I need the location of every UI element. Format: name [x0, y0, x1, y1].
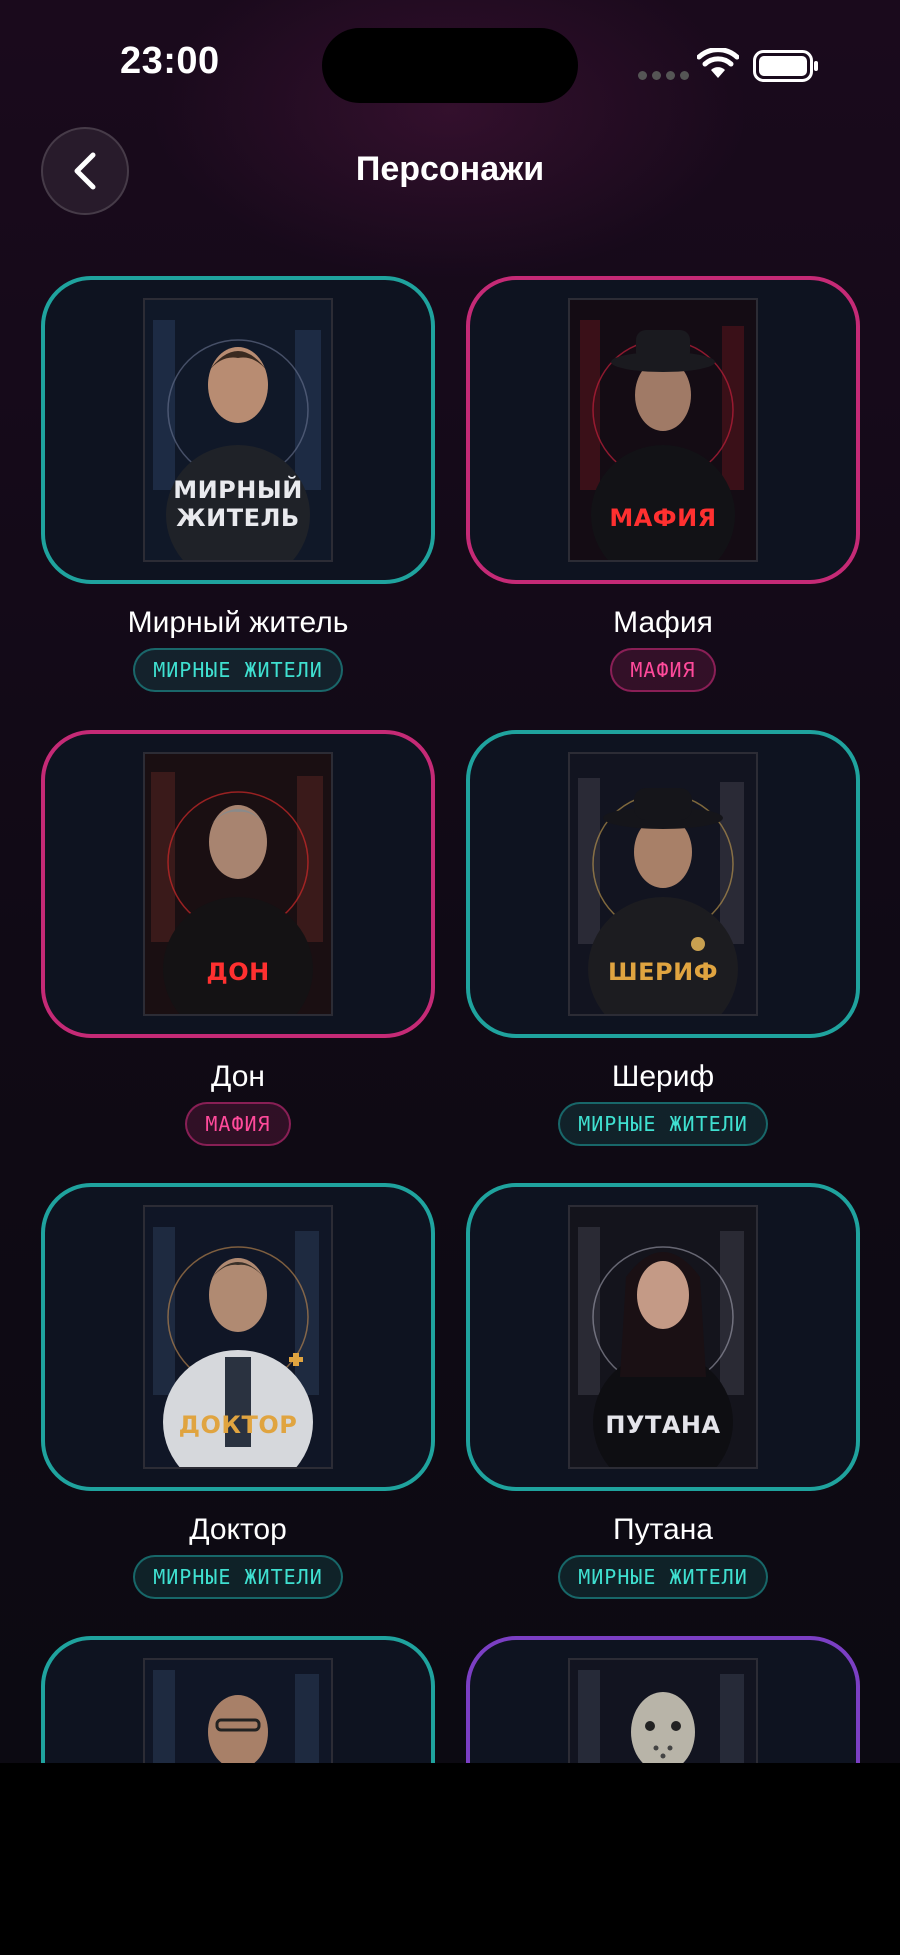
card-frame: ПУТАНА [466, 1183, 860, 1491]
character-card-partial-left[interactable] [41, 1636, 435, 1763]
wifi-icon [697, 48, 739, 78]
portrait-label: ШЕРИФ [607, 958, 719, 986]
character-portrait: МАФИЯ [568, 298, 758, 562]
character-card-putana[interactable]: ПУТАНА Путана МИРНЫЕ ЖИТЕЛИ [466, 1183, 860, 1599]
card-frame: МИРНЫЙ ЖИТЕЛЬ [41, 276, 435, 584]
team-badge: МАФИЯ [610, 648, 716, 692]
team-badge: МИРНЫЕ ЖИТЕЛИ [558, 1555, 768, 1599]
portrait-label: МАФИЯ [609, 504, 717, 532]
character-portrait: ШЕРИФ [568, 752, 758, 1016]
portrait-label: ДОКТОР [178, 1411, 298, 1439]
character-card-partial-right[interactable] [466, 1636, 860, 1763]
character-portrait [568, 1658, 758, 1763]
team-badge: МИРНЫЕ ЖИТЕЛИ [558, 1102, 768, 1146]
portrait-label: МИРНЫЙ ЖИТЕЛЬ [173, 476, 303, 532]
character-card-don[interactable]: ДОН Дон МАФИЯ [41, 730, 435, 1146]
card-frame: ДОН [41, 730, 435, 1038]
character-portrait: ПУТАНА [568, 1205, 758, 1469]
cellular-signal-icon [638, 71, 689, 80]
character-portrait: ДОН [143, 752, 333, 1016]
character-portrait [143, 1658, 333, 1763]
team-badge: МАФИЯ [185, 1102, 291, 1146]
page-title: Персонажи [355, 150, 545, 188]
status-time: 23:00 [120, 40, 220, 82]
battery-icon [753, 50, 818, 82]
character-portrait: ДОКТОР [143, 1205, 333, 1469]
portrait-label: ДОН [206, 958, 270, 986]
character-name: Дон [211, 1060, 265, 1093]
card-frame [41, 1636, 435, 1763]
character-name: Мафия [613, 606, 713, 639]
card-frame: МАФИЯ [466, 276, 860, 584]
character-name: Мирный житель [127, 606, 349, 639]
character-name: Шериф [611, 1060, 715, 1093]
character-name: Путана [613, 1513, 713, 1546]
character-portrait: МИРНЫЙ ЖИТЕЛЬ [143, 298, 333, 562]
character-card-civilian[interactable]: МИРНЫЙ ЖИТЕЛЬ Мирный житель МИРНЫЕ ЖИТЕЛ… [41, 276, 435, 692]
dynamic-island [322, 28, 578, 103]
portrait-label: ПУТАНА [605, 1411, 721, 1439]
card-frame: ШЕРИФ [466, 730, 860, 1038]
team-badge: МИРНЫЕ ЖИТЕЛИ [133, 1555, 343, 1599]
character-card-sheriff[interactable]: ШЕРИФ Шериф МИРНЫЕ ЖИТЕЛИ [466, 730, 860, 1146]
card-frame [466, 1636, 860, 1763]
characters-screen: 23:00 Персонажи МИРНЫЙ ЖИТЕЛЬ Мирный жит… [0, 0, 900, 1763]
character-name: Доктор [189, 1513, 287, 1546]
character-card-mafia[interactable]: МАФИЯ Мафия МАФИЯ [466, 276, 860, 692]
bottom-area [0, 1763, 900, 1955]
team-badge: МИРНЫЕ ЖИТЕЛИ [133, 648, 343, 692]
card-frame: ДОКТОР [41, 1183, 435, 1491]
character-card-doctor[interactable]: ДОКТОР Доктор МИРНЫЕ ЖИТЕЛИ [41, 1183, 435, 1599]
